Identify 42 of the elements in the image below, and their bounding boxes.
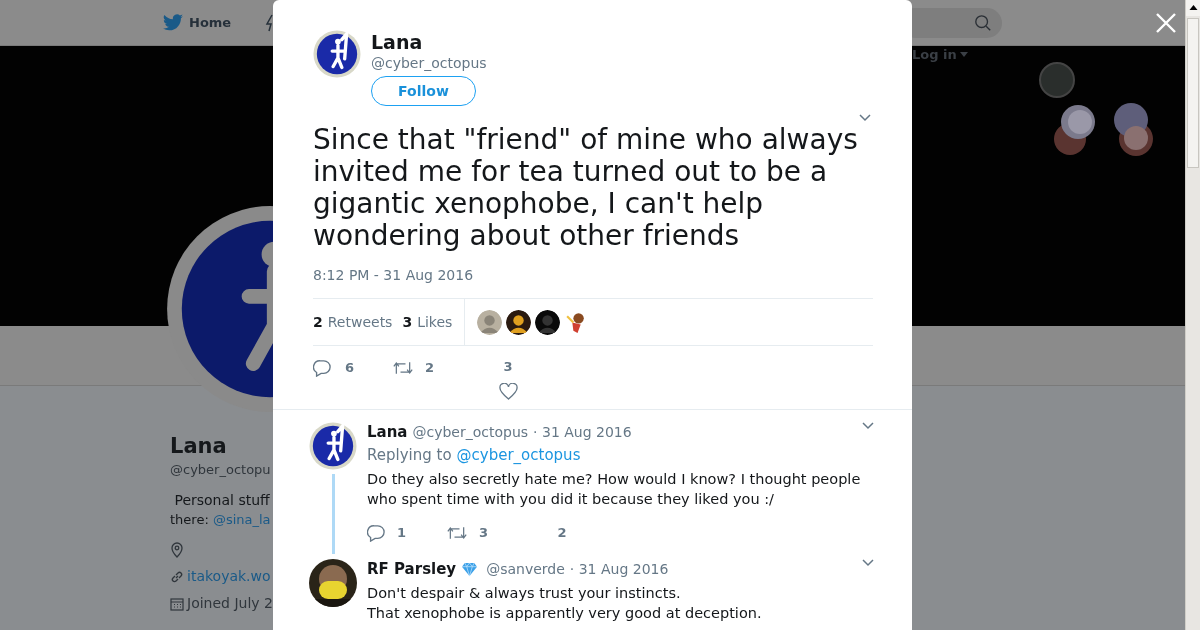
heart-icon[interactable] (498, 383, 518, 400)
home-link[interactable]: Home (163, 12, 232, 33)
retweet-count: 3 (479, 524, 489, 542)
reply-count: 6 (345, 359, 355, 377)
link-icon (170, 569, 184, 584)
search-icon (974, 14, 992, 32)
bird-icon (163, 14, 183, 31)
bio-text: Personal stuff (173, 491, 271, 510)
calendar-icon (170, 596, 184, 611)
scrollbar-thumb[interactable] (1187, 18, 1199, 168)
chevron-icon[interactable] (862, 559, 874, 567)
scroll-up-arrow[interactable] (1186, 0, 1200, 16)
lightning-icon[interactable] (265, 13, 276, 32)
avatar-icon (309, 422, 357, 470)
website-link[interactable]: itakoyak.wo (187, 566, 271, 587)
close-icon[interactable] (1155, 12, 1177, 34)
like-count: 2 (557, 524, 567, 542)
user-name: RF Parsley (367, 559, 457, 579)
reply-date: · 31 Aug 2016 (569, 560, 669, 579)
user-name: Lana (367, 422, 408, 442)
mention-link[interactable]: @sina_la (212, 510, 271, 530)
mention-link[interactable]: @cyber_octopus (456, 446, 581, 464)
joined-date: Joined July 2 (187, 594, 273, 613)
retweet-count: 2 (425, 359, 435, 377)
like-count: 3 (503, 358, 513, 376)
profile-name: Lana (170, 433, 228, 460)
user-handle: @sanverde (486, 560, 565, 579)
chevron-icon[interactable] (862, 422, 874, 430)
reply-date: · 31 Aug 2016 (533, 423, 632, 442)
reply-icon[interactable] (313, 358, 331, 377)
reply-text: Don't despair & always trust your instincts. (367, 584, 682, 603)
bio-text: there: (170, 511, 210, 529)
reply-text: Do they also secretly hate me? How would I know? I thought people who spent time with you did it because they liked you :/ (367, 470, 862, 509)
reply-text: That xenophobe is apparently very good at deception. (367, 604, 763, 623)
retweet-icon[interactable] (447, 525, 467, 541)
user-handle: @cyber_octopus (412, 423, 529, 442)
location-icon (170, 542, 184, 558)
retweet-icon[interactable] (393, 359, 413, 376)
reply-count: 1 (397, 524, 407, 542)
profile-handle: @cyber_octopu (170, 461, 271, 479)
reply-icon[interactable] (367, 524, 385, 542)
replying-to-label: Replying to (367, 446, 452, 464)
